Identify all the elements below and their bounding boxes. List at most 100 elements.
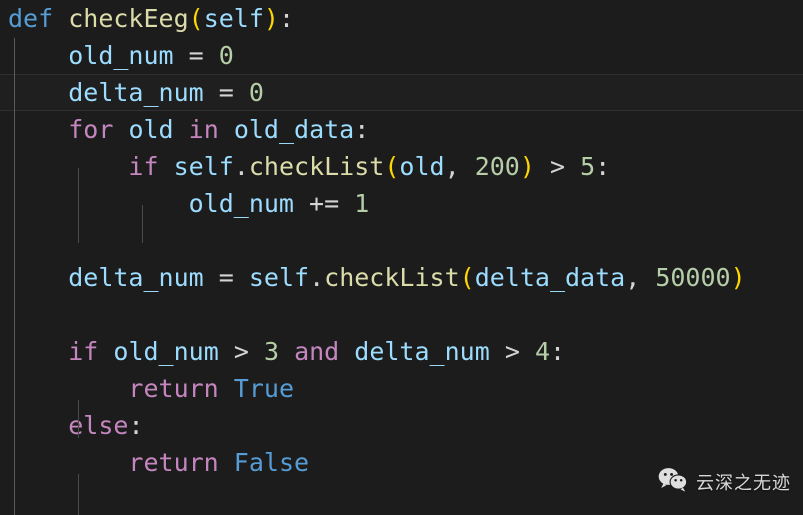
code-token-variable: self xyxy=(173,152,234,181)
code-token-operator: = xyxy=(188,41,204,70)
code-token-number: 50000 xyxy=(655,263,731,292)
code-line[interactable] xyxy=(0,222,803,259)
code-token-control: if xyxy=(68,337,99,366)
code-token-function: checkEeg xyxy=(68,4,189,33)
code-token-punct: , xyxy=(444,152,460,181)
code-token-variable: delta_num xyxy=(68,263,204,292)
code-line[interactable]: else: xyxy=(0,407,803,444)
watermark: 云深之无迹 xyxy=(658,467,791,497)
code-token-number: 4 xyxy=(534,337,550,366)
code-editor[interactable]: def checkEeg(self): old_num = 0 delta_nu… xyxy=(0,0,803,515)
code-token-punct: : xyxy=(128,411,144,440)
code-token-variable: delta_data xyxy=(474,263,626,292)
code-token-control: if xyxy=(128,152,159,181)
code-token-punct: . xyxy=(233,152,249,181)
code-line[interactable]: return True xyxy=(0,370,803,407)
code-token-punct: : xyxy=(278,4,295,33)
code-token-keyword: def xyxy=(8,4,54,33)
code-token-variable: old_data xyxy=(233,115,355,144)
code-token-keyword: False xyxy=(233,448,310,477)
code-token-number: 0 xyxy=(248,78,264,107)
code-token-variable: old_num xyxy=(188,189,294,218)
code-token-function: checkList xyxy=(324,263,460,292)
code-line[interactable]: for old in old_data: xyxy=(0,111,803,148)
code-token-punct: : xyxy=(595,152,611,181)
code-token-operator: = xyxy=(218,78,234,107)
code-token-variable: self xyxy=(203,4,264,33)
code-token-punct: . xyxy=(309,263,325,292)
code-token-bracket1: ) xyxy=(263,4,279,33)
code-line[interactable]: if old_num > 3 and delta_num > 4: xyxy=(0,333,803,370)
code-token-punct: : xyxy=(550,337,566,366)
code-token-number: 5 xyxy=(580,152,596,181)
code-token-keyword: True xyxy=(233,374,295,403)
code-token-number: 1 xyxy=(354,189,370,218)
code-token-control: else xyxy=(68,411,129,440)
code-token-operator: = xyxy=(218,263,234,292)
code-token-operator: > xyxy=(549,152,566,181)
wechat-icon xyxy=(658,467,688,497)
code-token-operator: > xyxy=(504,337,520,366)
code-line[interactable]: delta_num = 0 xyxy=(0,74,803,111)
code-surface[interactable]: def checkEeg(self): old_num = 0 delta_nu… xyxy=(0,0,803,515)
code-token-control: for xyxy=(68,115,114,144)
code-token-bracket1: ) xyxy=(730,263,746,292)
watermark-label: 云深之无迹 xyxy=(696,473,791,494)
code-token-bracket1: ) xyxy=(519,152,535,181)
code-token-variable: old_num xyxy=(68,41,174,70)
code-token-variable: old_num xyxy=(113,337,219,366)
code-token-bracket1: ( xyxy=(384,152,400,181)
code-line[interactable]: old_num += 1 xyxy=(0,185,803,222)
code-token-variable: old xyxy=(399,152,445,181)
code-line[interactable] xyxy=(0,296,803,333)
code-token-operator: > xyxy=(233,337,249,366)
code-token-number: 200 xyxy=(474,152,520,181)
code-line[interactable]: if self.checkList(old, 200) > 5: xyxy=(0,148,803,185)
code-token-function: checkList xyxy=(248,152,385,181)
code-token-variable: old xyxy=(128,115,174,144)
code-line[interactable]: delta_num = self.checkList(delta_data, 5… xyxy=(0,259,803,296)
code-line[interactable]: def checkEeg(self): xyxy=(0,0,803,37)
code-token-operator: += xyxy=(309,189,340,218)
code-token-number: 3 xyxy=(263,337,279,366)
code-line[interactable]: old_num = 0 xyxy=(0,37,803,74)
code-token-control: return xyxy=(128,374,219,403)
code-token-number: 0 xyxy=(218,41,234,70)
code-token-bracket1: ( xyxy=(188,4,204,33)
code-token-control: in xyxy=(188,115,219,144)
code-token-bracket1: ( xyxy=(459,263,475,292)
code-token-variable: self xyxy=(248,263,310,292)
